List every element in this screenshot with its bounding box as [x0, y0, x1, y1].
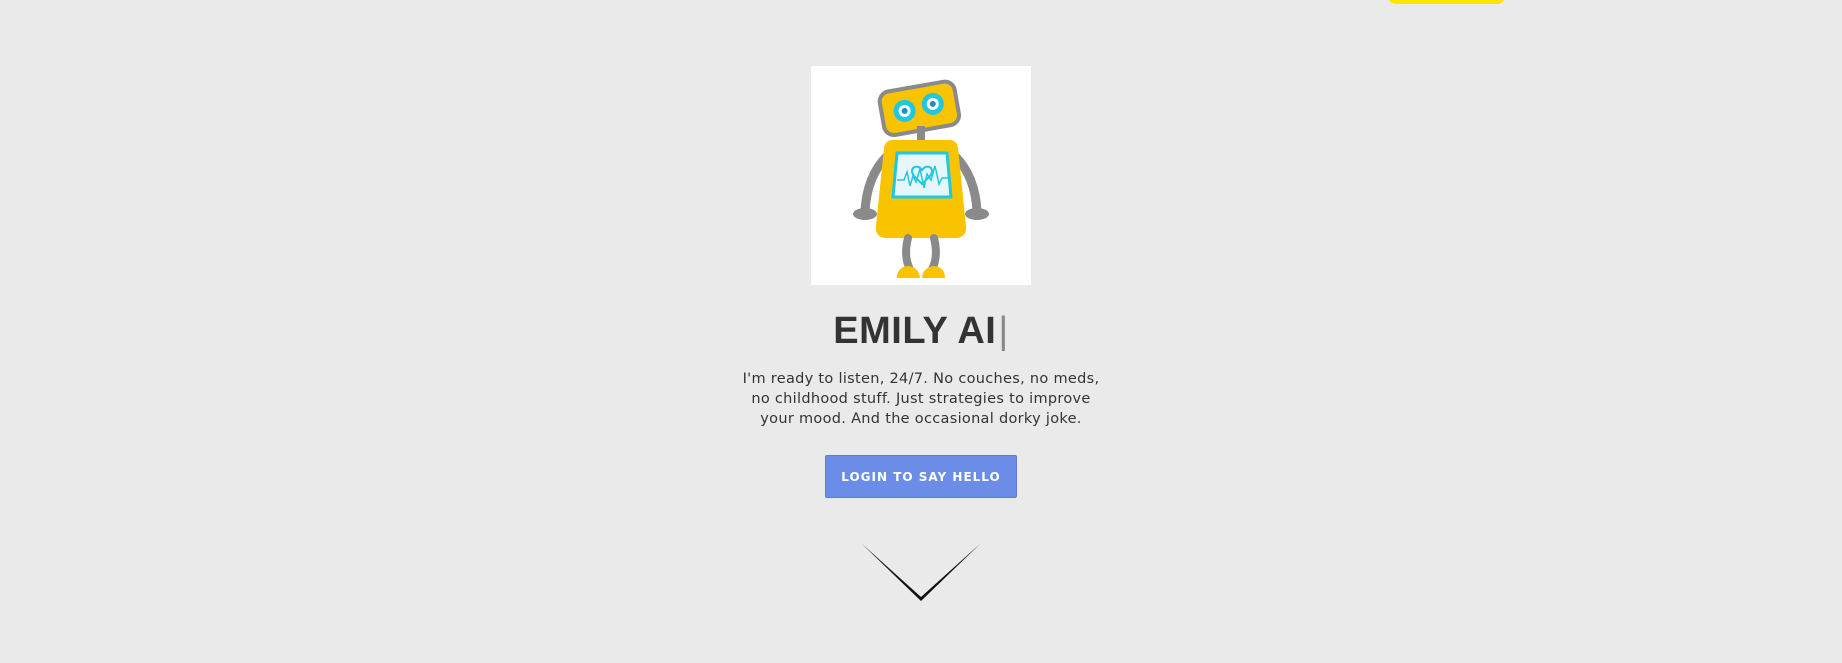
page-title: EMILY AI |: [833, 309, 1008, 353]
chevron-down-icon[interactable]: [859, 541, 983, 603]
hero-section: EMILY AI | I'm ready to listen, 24/7. No …: [0, 66, 1842, 603]
title-text: EMILY AI: [833, 309, 997, 352]
login-button[interactable]: LOGIN TO SAY HELLO: [825, 455, 1017, 498]
top-nav-highlight[interactable]: [1388, 0, 1505, 4]
typing-cursor: |: [998, 309, 1009, 352]
tagline: I'm ready to listen, 24/7. No couches, n…: [742, 371, 1100, 427]
avatar: [811, 66, 1031, 285]
landing-page: EMILY AI | I'm ready to listen, 24/7. No …: [0, 0, 1842, 663]
robot-mascot-icon: [853, 79, 989, 278]
